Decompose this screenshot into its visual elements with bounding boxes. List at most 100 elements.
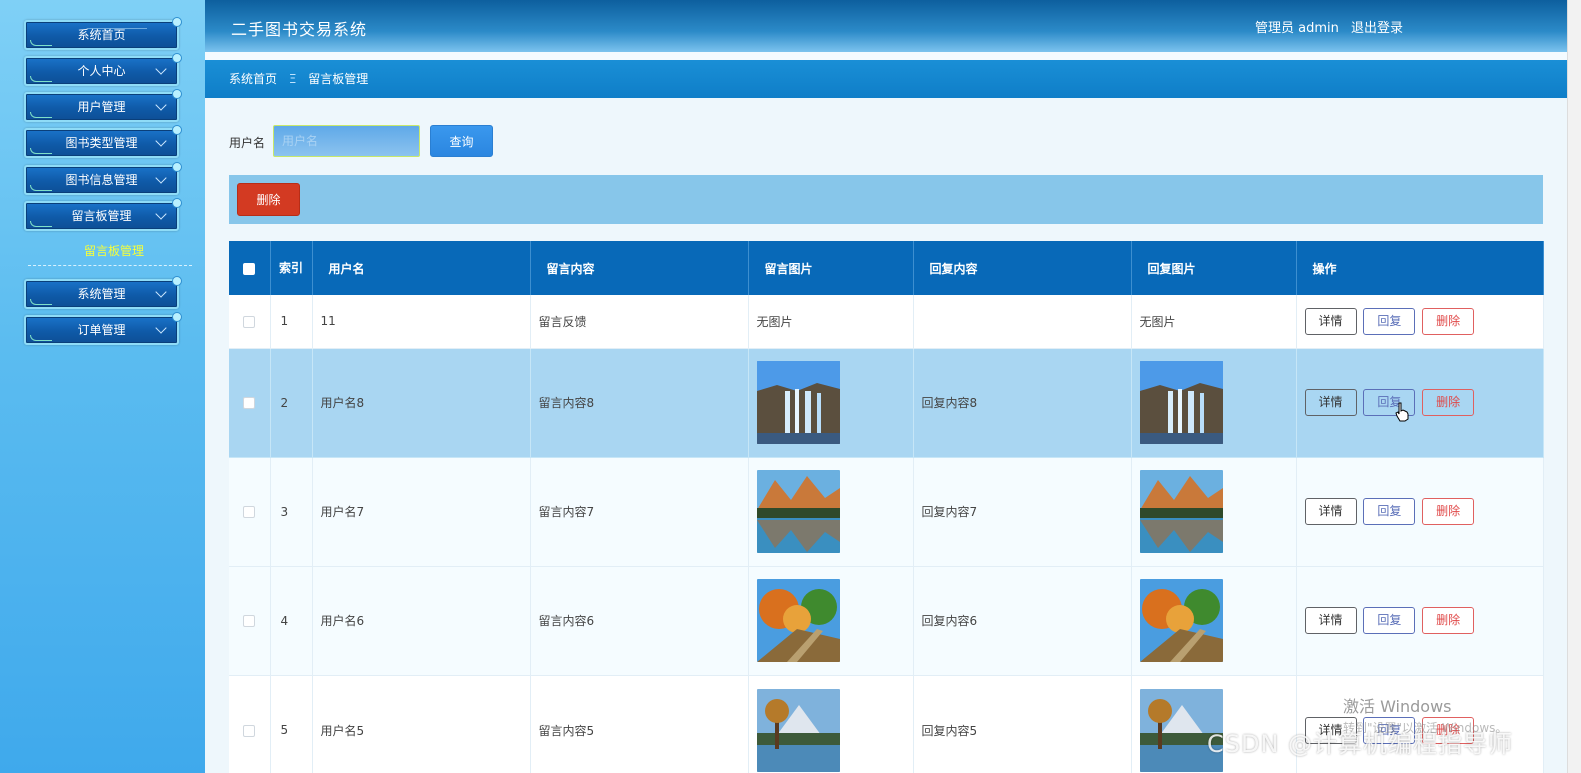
sidebar-item-users[interactable]: 用户管理	[24, 89, 182, 122]
row-reply-image-cell	[1131, 348, 1297, 458]
delete-button[interactable]: 删除	[1422, 307, 1475, 335]
user-name: 管理员 admin	[1255, 21, 1339, 36]
delete-button[interactable]: 删除	[1422, 389, 1475, 416]
sidebar-item-orders[interactable]: 订单管理	[24, 312, 182, 345]
row-actions: 详情 回复 删除	[1296, 566, 1544, 676]
sidebar-item-home[interactable]: 系统首页	[24, 17, 182, 50]
row-checkbox[interactable]	[243, 615, 256, 627]
reply-button[interactable]: 回复	[1363, 607, 1416, 634]
chevron-down-icon	[155, 99, 167, 111]
row-checkbox[interactable]	[243, 724, 256, 737]
lake-mountain-image[interactable]	[756, 470, 840, 553]
row-reply-image-cell	[1131, 457, 1297, 567]
sidebar-item-profile[interactable]: 个人中心	[24, 53, 182, 86]
menu-knob	[172, 125, 182, 135]
lake-tree-image[interactable]	[1139, 688, 1223, 772]
breadcrumb-current: 留言板管理	[308, 72, 369, 86]
row-checkbox[interactable]	[243, 506, 256, 518]
column-header-content: 留言内容	[530, 241, 749, 295]
waterfall-image[interactable]	[1139, 361, 1223, 444]
row-select-cell	[229, 295, 271, 349]
column-header-image: 留言图片	[748, 241, 914, 295]
row-reply-image-cell	[1131, 675, 1297, 773]
reply-button[interactable]: 回复	[1363, 307, 1416, 335]
row-checkbox[interactable]	[243, 397, 256, 409]
submenu-item-messages[interactable]: 留言板管理	[24, 242, 204, 259]
delete-button[interactable]: 删除	[1422, 716, 1475, 744]
sidebar-item-book-types[interactable]: 图书类型管理	[24, 125, 182, 158]
chevron-down-icon	[155, 135, 167, 147]
row-index: 4	[270, 566, 313, 676]
detail-button[interactable]: 详情	[1304, 716, 1357, 744]
reply-button[interactable]: 回复	[1363, 716, 1416, 744]
page-scrollbar[interactable]	[1567, 0, 1581, 773]
row-reply: 回复内容6	[913, 566, 1132, 676]
row-select-cell	[229, 675, 271, 773]
menu-knob	[172, 162, 182, 172]
row-actions: 详情 回复 删除	[1296, 295, 1544, 349]
sidebar-item-system[interactable]: 系统管理	[24, 276, 182, 309]
delete-button[interactable]: 删除	[1422, 498, 1475, 525]
row-content: 留言内容8	[530, 348, 749, 458]
menu-knob	[172, 312, 182, 322]
reply-button[interactable]: 回复	[1363, 389, 1416, 416]
row-reply: 回复内容7	[913, 457, 1132, 567]
app-title: 二手图书交易系统	[231, 20, 368, 39]
chevron-down-icon	[155, 63, 167, 75]
detail-button[interactable]: 详情	[1304, 607, 1357, 634]
menu-knob	[172, 198, 182, 208]
batch-delete-button[interactable]: 删除	[237, 183, 300, 216]
row-select-cell	[229, 457, 271, 567]
search-label: 用户名	[229, 136, 266, 150]
select-all-checkbox[interactable]	[243, 262, 256, 275]
row-username: 用户名7	[312, 457, 531, 567]
menu-knob	[172, 17, 182, 27]
waterfall-image[interactable]	[756, 361, 840, 444]
menu-curl	[30, 335, 52, 341]
menu-knob	[172, 276, 182, 286]
sidebar-item-label: 图书类型管理	[65, 136, 138, 150]
menu-curl	[30, 185, 52, 191]
table-header-row: 索引 用户名 留言内容 留言图片 回复内容 回复图片 操作	[229, 241, 1544, 295]
username-search-input[interactable]	[273, 125, 420, 157]
row-image-cell	[748, 348, 914, 458]
submenu-divider	[28, 265, 192, 266]
breadcrumb: 系统首页 Ξ 留言板管理	[205, 60, 1567, 98]
delete-button[interactable]: 删除	[1422, 607, 1475, 634]
row-select-cell	[229, 348, 271, 458]
column-header-actions: 操作	[1296, 241, 1544, 295]
column-header-username: 用户名	[312, 241, 531, 295]
autumn-trees-image[interactable]	[1139, 579, 1223, 662]
sidebar-item-book-info[interactable]: 图书信息管理	[24, 162, 182, 195]
menu-curl	[30, 112, 52, 118]
row-content: 留言反馈	[530, 295, 749, 349]
menu-curl	[30, 148, 52, 154]
chevron-down-icon	[155, 208, 167, 220]
detail-button[interactable]: 详情	[1304, 307, 1357, 335]
sidebar-item-label: 系统管理	[77, 287, 126, 301]
toolbar: 删除	[229, 175, 1543, 224]
lake-tree-image[interactable]	[756, 688, 840, 772]
breadcrumb-home[interactable]: 系统首页	[229, 72, 277, 86]
row-reply: 回复内容8	[913, 348, 1132, 458]
autumn-trees-image[interactable]	[756, 579, 840, 662]
detail-button[interactable]: 详情	[1304, 389, 1357, 416]
sidebar-item-label: 用户管理	[77, 100, 126, 114]
reply-button[interactable]: 回复	[1363, 498, 1416, 525]
row-image-cell	[748, 566, 914, 676]
row-content: 留言内容5	[530, 675, 749, 773]
sidebar-item-label: 图书信息管理	[65, 173, 138, 187]
row-reply: 回复内容5	[913, 675, 1132, 773]
logout-link[interactable]: 退出登录	[1351, 21, 1403, 36]
row-actions: 详情 回复 删除	[1296, 675, 1544, 773]
row-checkbox[interactable]	[243, 315, 256, 328]
menu-curl	[30, 76, 52, 82]
sidebar-item-label: 订单管理	[77, 323, 126, 337]
row-username: 用户名8	[312, 348, 531, 458]
row-username: 用户名6	[312, 566, 531, 676]
sidebar-item-messages[interactable]: 留言板管理	[24, 198, 182, 231]
search-button[interactable]: 查询	[430, 125, 493, 157]
lake-mountain-image[interactable]	[1139, 470, 1223, 553]
detail-button[interactable]: 详情	[1304, 498, 1357, 525]
chevron-down-icon	[155, 172, 167, 184]
